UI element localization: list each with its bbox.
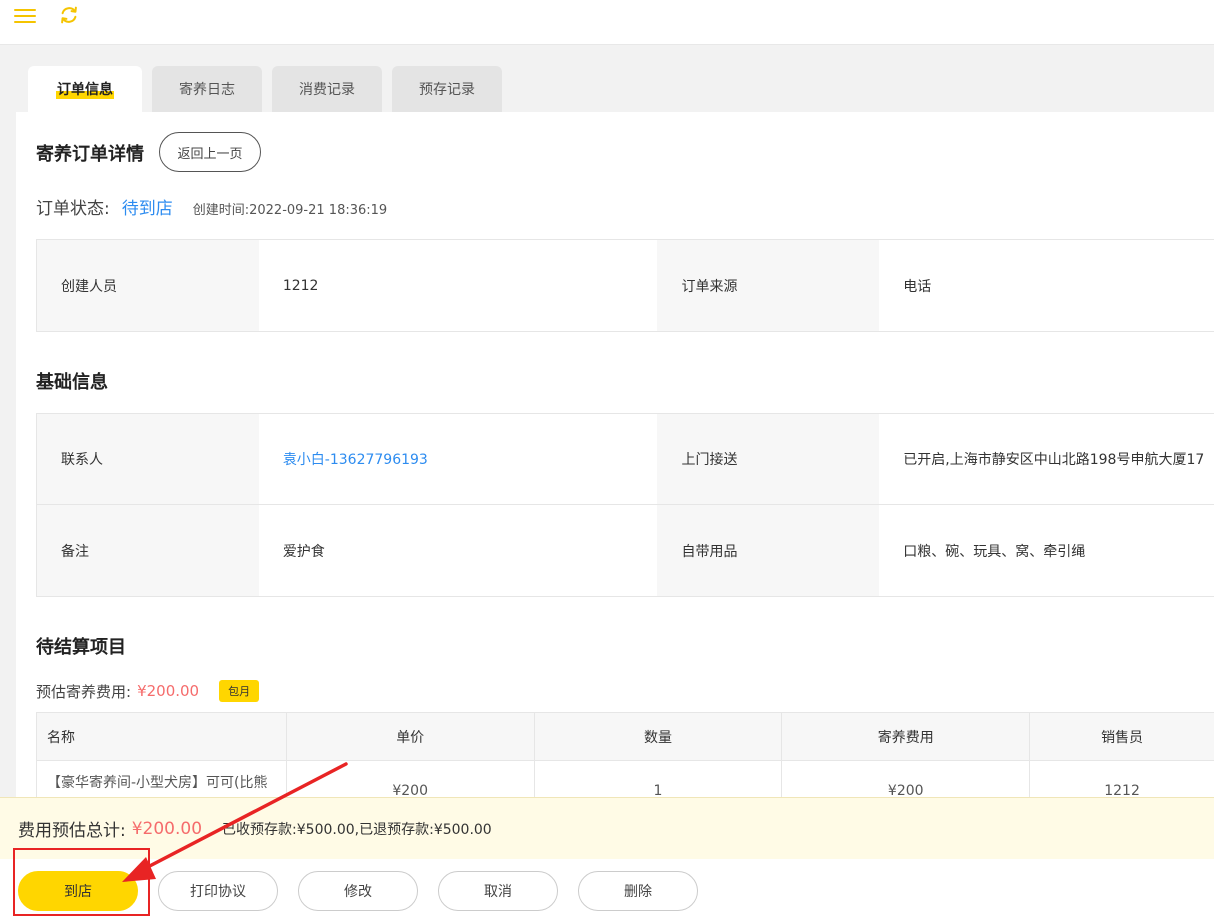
top-bar	[0, 0, 1214, 45]
section-title-basic: 基础信息	[36, 372, 108, 393]
col-fee: 寄养费用	[782, 713, 1031, 761]
bottom-action-bar: 费用预估总计: ¥200.00 已收预存款:¥500.00,已退预存款:¥500…	[0, 797, 1214, 920]
contact-link[interactable]: 袁小白-13627796193	[258, 414, 658, 504]
delete-button[interactable]: 删除	[578, 871, 698, 911]
own-items-label: 自带用品	[657, 505, 880, 596]
table-row: 备注 爱护食 自带用品 口粮、碗、玩具、窝、牵引绳	[37, 505, 1214, 596]
table-row: 联系人 袁小白-13627796193 上门接送 已开启,上海市静安区中山北路1…	[37, 414, 1214, 505]
table-header: 名称 单价 数量 寄养费用 销售员	[37, 713, 1214, 761]
creator-label: 创建人员	[37, 240, 259, 331]
pickup-label: 上门接送	[657, 414, 880, 504]
col-qty: 数量	[534, 713, 783, 761]
total-label: 费用预估总计:	[18, 821, 126, 841]
remark-label: 备注	[37, 505, 259, 596]
remark-value: 爱护食	[258, 505, 658, 596]
cancel-button[interactable]: 取消	[438, 871, 558, 911]
status-value: 待到店	[121, 199, 173, 219]
tab-foster-log[interactable]: 寄养日志	[152, 66, 262, 112]
status-label: 订单状态:	[36, 199, 110, 219]
order-info-table: 创建人员 1212 订单来源 电话	[36, 239, 1214, 332]
basic-info-table: 联系人 袁小白-13627796193 上门接送 已开启,上海市静安区中山北路1…	[36, 413, 1214, 597]
print-agreement-button[interactable]: 打印协议	[158, 871, 278, 911]
estimated-fee-line: 预估寄养费用: ¥200.00 包月	[36, 680, 260, 702]
total-amount: ¥200.00	[131, 818, 203, 839]
source-value: 电话	[879, 240, 1214, 331]
tab-order-info[interactable]: 订单信息	[28, 66, 142, 112]
table-row: 创建人员 1212 订单来源 电话	[37, 240, 1214, 331]
tab-label: 消费记录	[299, 82, 355, 98]
col-price: 单价	[286, 713, 535, 761]
page-title: 寄养订单详情	[36, 144, 144, 165]
contact-label: 联系人	[37, 414, 259, 504]
fee-amount: ¥200.00	[137, 682, 200, 700]
col-name: 名称	[37, 713, 287, 761]
created-time: 创建时间:2022-09-21 18:36:19	[192, 203, 388, 218]
pickup-value: 已开启,上海市静安区中山北路198号申航大厦17	[879, 414, 1214, 504]
order-status-line: 订单状态: 待到店 创建时间:2022-09-21 18:36:19	[36, 194, 387, 219]
deposit-summary: 已收预存款:¥500.00,已退预存款:¥500.00	[222, 821, 492, 838]
col-seller: 销售员	[1030, 713, 1214, 761]
tab-label: 寄养日志	[179, 82, 235, 98]
billing-badge: 包月	[219, 680, 260, 702]
tab-label: 预存记录	[419, 82, 475, 98]
back-button[interactable]: 返回上一页	[159, 132, 261, 172]
refresh-icon[interactable]	[58, 4, 80, 26]
tab-deposit[interactable]: 预存记录	[392, 66, 502, 112]
tab-consumption[interactable]: 消费记录	[272, 66, 382, 112]
fee-label: 预估寄养费用:	[36, 682, 132, 701]
total-summary: 费用预估总计: ¥200.00 已收预存款:¥500.00,已退预存款:¥500…	[0, 797, 1214, 859]
tab-bar: 订单信息 寄养日志 消费记录 预存记录	[28, 66, 512, 112]
section-title-pending: 待结算项目	[36, 637, 126, 658]
source-label: 订单来源	[657, 240, 880, 331]
own-items-value: 口粮、碗、玩具、窝、牵引绳	[879, 505, 1214, 596]
menu-icon[interactable]	[14, 6, 36, 24]
tab-label: 订单信息	[56, 79, 114, 99]
edit-button[interactable]: 修改	[298, 871, 418, 911]
annotation-highlight-box	[13, 848, 150, 916]
creator-value: 1212	[258, 240, 658, 331]
